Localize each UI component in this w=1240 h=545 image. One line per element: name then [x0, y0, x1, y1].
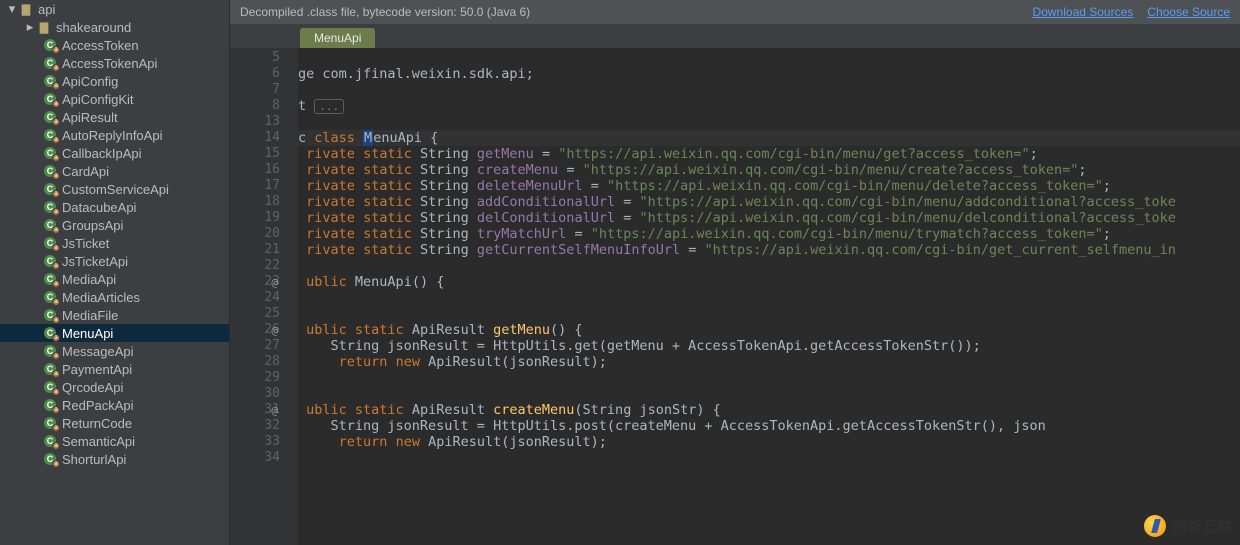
class-icon: Ca: [42, 416, 58, 430]
class-icon: Ca: [42, 92, 58, 106]
tree-label: ApiResult: [62, 110, 118, 125]
class-icon: Ca: [42, 38, 58, 52]
tree-class-apiconfig[interactable]: Ca ApiConfig: [0, 72, 229, 90]
tree-class-datacubeapi[interactable]: Ca DatacubeApi: [0, 198, 229, 216]
banner-text: Decompiled .class file, bytecode version…: [240, 5, 530, 19]
tree-folder-shakearound[interactable]: ▸ ▇ shakearound: [0, 18, 229, 36]
class-icon: Ca: [42, 236, 58, 250]
tree-class-mediaarticles[interactable]: Ca MediaArticles: [0, 288, 229, 306]
tree-class-apiresult[interactable]: Ca ApiResult: [0, 108, 229, 126]
class-icon: Ca: [42, 452, 58, 466]
tree-class-cardapi[interactable]: Ca CardApi: [0, 162, 229, 180]
tree-class-shorturlapi[interactable]: Ca ShorturlApi: [0, 450, 229, 468]
class-icon: Ca: [42, 290, 58, 304]
tree-class-menuapi[interactable]: Ca MenuApi: [0, 324, 229, 342]
tree-label: ApiConfig: [62, 74, 118, 89]
folder-icon: ▇: [36, 20, 52, 34]
tree-label: GroupsApi: [62, 218, 123, 233]
line-gutter: 56781314151617181920212223@242526@272829…: [230, 48, 298, 545]
class-icon: Ca: [42, 344, 58, 358]
editor-tab-menuapi[interactable]: MenuApi: [300, 28, 375, 48]
class-icon: Ca: [42, 74, 58, 88]
watermark-text: 创新互联: [1172, 516, 1232, 537]
tree-label: MediaApi: [62, 272, 116, 287]
project-tree[interactable]: ▾ ▇ api ▸ ▇ shakearound Ca AccessToken Ca A…: [0, 0, 230, 545]
tree-class-jsticket[interactable]: Ca JsTicket: [0, 234, 229, 252]
tree-label: CustomServiceApi: [62, 182, 169, 197]
chevron-down-icon: ▾: [6, 1, 18, 17]
class-icon: Ca: [42, 362, 58, 376]
tree-class-accesstokenapi[interactable]: Ca AccessTokenApi: [0, 54, 229, 72]
class-icon: Ca: [42, 164, 58, 178]
download-sources-link[interactable]: Download Sources: [1033, 5, 1134, 19]
decompiled-banner: Decompiled .class file, bytecode version…: [230, 0, 1240, 24]
class-icon: Ca: [42, 326, 58, 340]
class-icon: Ca: [42, 146, 58, 160]
tree-class-redpackapi[interactable]: Ca RedPackApi: [0, 396, 229, 414]
tree-class-autoreplyinfoapi[interactable]: Ca AutoReplyInfoApi: [0, 126, 229, 144]
tree-label: MenuApi: [62, 326, 113, 341]
chevron-right-icon: ▸: [24, 19, 36, 35]
tree-class-mediaapi[interactable]: Ca MediaApi: [0, 270, 229, 288]
tree-class-callbackipapi[interactable]: Ca CallbackIpApi: [0, 144, 229, 162]
class-icon: Ca: [42, 254, 58, 268]
tree-label: SemanticApi: [62, 434, 135, 449]
class-icon: Ca: [42, 272, 58, 286]
class-icon: Ca: [42, 128, 58, 142]
tree-label: MediaArticles: [62, 290, 140, 305]
tree-label: PaymentApi: [62, 362, 132, 377]
class-icon: Ca: [42, 56, 58, 70]
class-icon: Ca: [42, 182, 58, 196]
tree-class-mediafile[interactable]: Ca MediaFile: [0, 306, 229, 324]
tree-class-paymentapi[interactable]: Ca PaymentApi: [0, 360, 229, 378]
watermark: 创新互联: [1136, 513, 1240, 539]
tree-label: DatacubeApi: [62, 200, 136, 215]
tree-class-semanticapi[interactable]: Ca SemanticApi: [0, 432, 229, 450]
tree-class-returncode[interactable]: Ca ReturnCode: [0, 414, 229, 432]
class-icon: Ca: [42, 218, 58, 232]
class-icon: Ca: [42, 434, 58, 448]
tree-label: CardApi: [62, 164, 109, 179]
tree-class-qrcodeapi[interactable]: Ca QrcodeApi: [0, 378, 229, 396]
code-content[interactable]: ge com.jfinal.weixin.sdk.api;t ...c clas…: [298, 48, 1240, 545]
tree-label: ApiConfigKit: [62, 92, 134, 107]
tree-label: JsTicketApi: [62, 254, 128, 269]
tree-label: ReturnCode: [62, 416, 132, 431]
tree-label: ShorturlApi: [62, 452, 126, 467]
editor-tab-bar: MenuApi: [230, 24, 1240, 48]
tree-class-customserviceapi[interactable]: Ca CustomServiceApi: [0, 180, 229, 198]
folder-icon: ▇: [18, 2, 34, 16]
tree-class-accesstoken[interactable]: Ca AccessToken: [0, 36, 229, 54]
tree-label: QrcodeApi: [62, 380, 123, 395]
tree-label: MediaFile: [62, 308, 118, 323]
class-icon: Ca: [42, 380, 58, 394]
class-icon: Ca: [42, 308, 58, 322]
class-icon: Ca: [42, 110, 58, 124]
class-icon: Ca: [42, 398, 58, 412]
tree-label: shakearound: [56, 20, 131, 35]
tree-label: CallbackIpApi: [62, 146, 142, 161]
tab-label: MenuApi: [314, 31, 361, 45]
tree-root-api[interactable]: ▾ ▇ api: [0, 0, 229, 18]
code-editor[interactable]: 56781314151617181920212223@242526@272829…: [230, 48, 1240, 545]
tree-class-groupsapi[interactable]: Ca GroupsApi: [0, 216, 229, 234]
choose-sources-link[interactable]: Choose Source: [1147, 5, 1230, 19]
tree-label: MessageApi: [62, 344, 134, 359]
tree-label: RedPackApi: [62, 398, 134, 413]
watermark-logo-icon: [1144, 515, 1166, 537]
tree-label: api: [38, 2, 55, 17]
editor-area: Decompiled .class file, bytecode version…: [230, 0, 1240, 545]
tree-class-messageapi[interactable]: Ca MessageApi: [0, 342, 229, 360]
tree-class-apiconfigkit[interactable]: Ca ApiConfigKit: [0, 90, 229, 108]
class-icon: Ca: [42, 200, 58, 214]
tree-label: JsTicket: [62, 236, 109, 251]
tree-class-jsticketapi[interactable]: Ca JsTicketApi: [0, 252, 229, 270]
tree-label: AccessToken: [62, 38, 139, 53]
tree-label: AutoReplyInfoApi: [62, 128, 162, 143]
tree-label: AccessTokenApi: [62, 56, 157, 71]
